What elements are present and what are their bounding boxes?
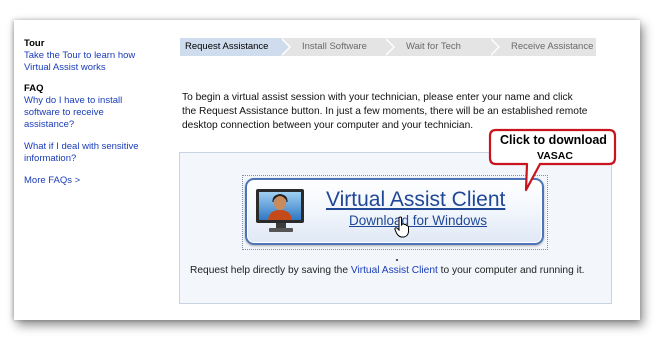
- help-text-before: Request help directly by saving the: [190, 265, 351, 276]
- faq-link-sensitive-info[interactable]: What if I deal with sensitive informatio…: [24, 141, 154, 165]
- sidebar: Tour Take the Tour to learn how Virtual …: [24, 38, 154, 187]
- tour-link[interactable]: Take the Tour to learn how Virtual Assis…: [24, 50, 154, 74]
- help-text-after: to your computer and running it.: [437, 265, 585, 276]
- faq-link-1-line-2: software to receive: [24, 107, 104, 118]
- more-faqs-link[interactable]: More FAQs >: [24, 175, 154, 187]
- hand-cursor-icon: [394, 216, 409, 238]
- intro-line-2: the Request Assistance button. In just a…: [182, 106, 588, 117]
- wizard-steps: Request Assistance Install Software Wait…: [180, 38, 596, 56]
- virtual-assist-client-link[interactable]: Virtual Assist Client: [351, 265, 438, 276]
- intro-text: To begin a virtual assist session with y…: [182, 91, 612, 133]
- download-subtitle[interactable]: Download for Windows: [349, 213, 487, 228]
- faq-link-1-line-3: assistance?: [24, 119, 75, 130]
- intro-line-1: To begin a virtual assist session with y…: [182, 92, 573, 103]
- separator-dot: [396, 259, 398, 261]
- tour-heading: Tour: [24, 38, 45, 49]
- step-receive-assistance: Receive Assistance: [489, 38, 596, 56]
- faq-link-why-install[interactable]: Why do I have to install software to rec…: [24, 95, 154, 131]
- step-request-assistance: Request Assistance: [180, 38, 291, 56]
- step-wait-for-tech: Wait for Tech: [384, 38, 500, 56]
- step-install-software: Install Software: [280, 38, 395, 56]
- tour-link-line-2: Virtual Assist works: [24, 62, 106, 73]
- help-text: Request help directly by saving the Virt…: [190, 265, 610, 276]
- callout-line-2: VASAC: [537, 150, 573, 162]
- faq-link-2-line-1: What if I deal with sensitive: [24, 141, 139, 152]
- faq-link-2-line-2: information?: [24, 153, 77, 164]
- callout-line-1: Click to download: [500, 133, 607, 147]
- faq-link-1-line-1: Why do I have to install: [24, 95, 123, 106]
- tour-link-line-1: Take the Tour to learn how: [24, 50, 136, 61]
- technician-monitor-icon: [256, 189, 304, 232]
- faq-heading: FAQ: [24, 83, 44, 94]
- download-title[interactable]: Virtual Assist Client: [326, 188, 505, 212]
